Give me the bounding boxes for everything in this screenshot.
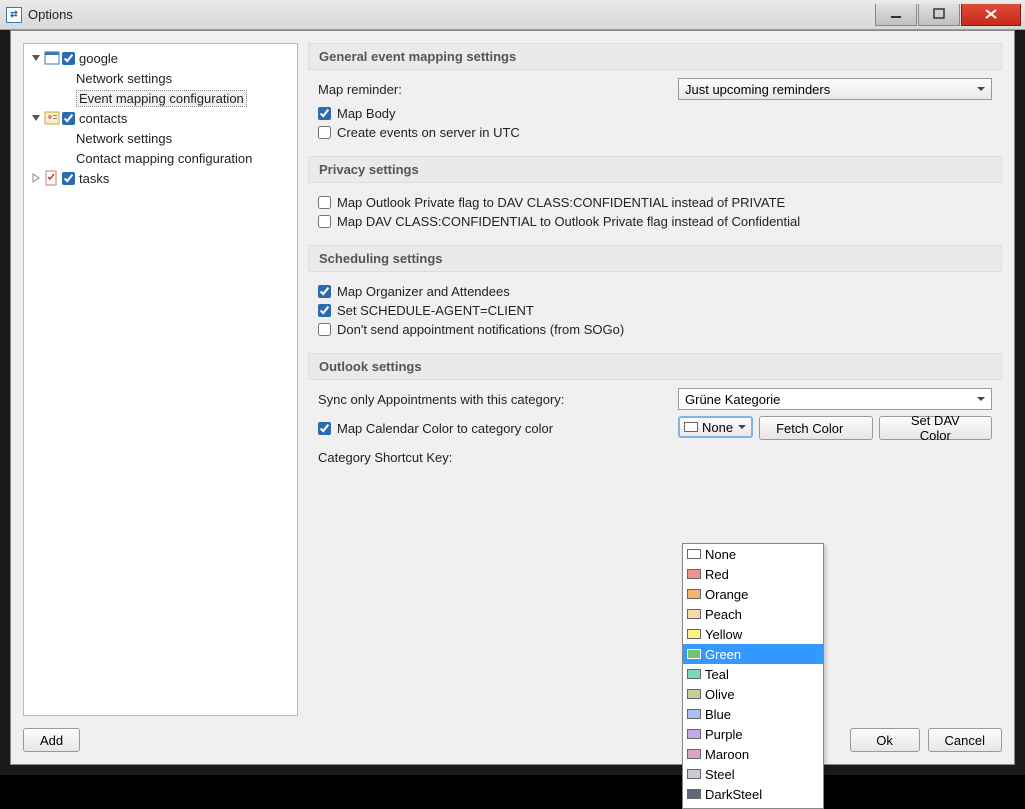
color-swatch	[687, 769, 701, 779]
tree-node-tasks[interactable]: tasks	[24, 168, 297, 188]
titlebar[interactable]: ⇄ Options	[0, 0, 1025, 30]
color-item-maroon[interactable]: Maroon	[683, 744, 823, 764]
color-swatch	[687, 689, 701, 699]
tasks-icon	[44, 170, 60, 186]
color-swatch	[687, 549, 701, 559]
color-swatch	[687, 789, 701, 799]
ok-button[interactable]: Ok	[850, 728, 920, 752]
tree-node-google-eventmapping[interactable]: Event mapping configuration	[24, 88, 297, 108]
color-item-blue[interactable]: Blue	[683, 704, 823, 724]
color-swatch	[687, 629, 701, 639]
map-reminder-label: Map reminder:	[318, 82, 678, 97]
close-button[interactable]	[961, 4, 1021, 26]
color-item-teal[interactable]: Teal	[683, 664, 823, 684]
color-swatch	[687, 749, 701, 759]
cancel-button[interactable]: Cancel	[928, 728, 1002, 752]
expand-icon[interactable]	[30, 52, 42, 64]
sync-category-dropdown[interactable]: Grüne Kategorie	[678, 388, 992, 410]
color-item-green[interactable]: Green	[683, 644, 823, 664]
color-item-none[interactable]: None	[683, 544, 823, 564]
create-utc-checkbox[interactable]	[318, 126, 331, 139]
window-title: Options	[28, 7, 874, 22]
color-swatch	[687, 709, 701, 719]
minimize-button[interactable]	[875, 4, 917, 26]
section-scheduling-header: Scheduling settings	[308, 245, 1002, 272]
section-general-header: General event mapping settings	[308, 43, 1002, 70]
maximize-button[interactable]	[918, 4, 960, 26]
color-item-orange[interactable]: Orange	[683, 584, 823, 604]
profiles-tree[interactable]: google Network settings Event mapping co…	[23, 43, 298, 716]
tree-check-contacts[interactable]	[62, 112, 75, 125]
map-reminder-dropdown[interactable]: Just upcoming reminders	[678, 78, 992, 100]
color-swatch	[687, 669, 701, 679]
tree-node-contacts[interactable]: contacts	[24, 108, 297, 128]
color-dropdown-button[interactable]: None	[678, 416, 753, 438]
tree-check-tasks[interactable]	[62, 172, 75, 185]
tree-node-contacts-mapping[interactable]: Contact mapping configuration	[24, 148, 297, 168]
tree-label: contacts	[79, 111, 127, 126]
client-area: google Network settings Event mapping co…	[10, 30, 1015, 765]
sched-opt1-checkbox[interactable]	[318, 285, 331, 298]
add-button[interactable]: Add	[23, 728, 80, 752]
color-swatch	[687, 609, 701, 619]
tree-node-google-network[interactable]: Network settings	[24, 68, 297, 88]
sched-opt3-checkbox[interactable]	[318, 323, 331, 336]
tree-label: google	[79, 51, 118, 66]
contacts-icon	[44, 110, 60, 126]
color-swatch	[687, 569, 701, 579]
privacy-opt2-checkbox[interactable]	[318, 215, 331, 228]
set-dav-color-button[interactable]: Set DAV Color	[879, 416, 992, 440]
collapse-icon[interactable]	[30, 172, 42, 184]
color-item-peach[interactable]: Peach	[683, 604, 823, 624]
tree-node-google[interactable]: google	[24, 48, 297, 68]
tree-check-google[interactable]	[62, 52, 75, 65]
tree-node-contacts-network[interactable]: Network settings	[24, 128, 297, 148]
color-dropdown-list[interactable]: NoneRedOrangePeachYellowGreenTealOliveBl…	[682, 543, 824, 809]
color-item-olive[interactable]: Olive	[683, 684, 823, 704]
calendar-icon	[44, 50, 60, 66]
color-item-purple[interactable]: Purple	[683, 724, 823, 744]
map-body-checkbox[interactable]	[318, 107, 331, 120]
color-item-yellow[interactable]: Yellow	[683, 624, 823, 644]
tree-label: tasks	[79, 171, 109, 186]
fetch-color-button[interactable]: Fetch Color	[759, 416, 872, 440]
color-item-steel[interactable]: Steel	[683, 764, 823, 784]
options-window: ⇄ Options google Network settings Event …	[0, 0, 1025, 775]
app-icon: ⇄	[6, 7, 22, 23]
privacy-opt1-checkbox[interactable]	[318, 196, 331, 209]
color-item-darksteel[interactable]: DarkSteel	[683, 784, 823, 804]
color-item-red[interactable]: Red	[683, 564, 823, 584]
color-swatch	[687, 649, 701, 659]
color-swatch	[687, 589, 701, 599]
expand-icon[interactable]	[30, 112, 42, 124]
section-outlook-header: Outlook settings	[308, 353, 1002, 380]
color-swatch	[687, 729, 701, 739]
sched-opt2-checkbox[interactable]	[318, 304, 331, 317]
sync-category-label: Sync only Appointments with this categor…	[318, 392, 678, 407]
map-color-checkbox[interactable]	[318, 422, 331, 435]
settings-panel: General event mapping settings Map remin…	[308, 43, 1002, 716]
shortcut-key-label: Category Shortcut Key:	[318, 450, 678, 465]
section-privacy-header: Privacy settings	[308, 156, 1002, 183]
